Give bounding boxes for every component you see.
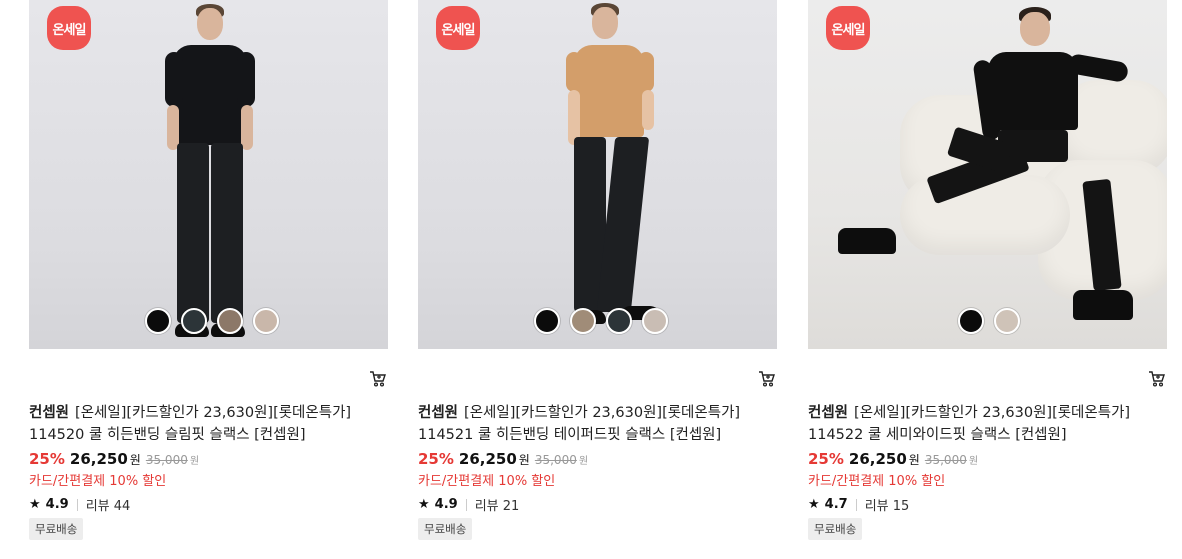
color-swatch[interactable] <box>145 308 171 334</box>
color-swatch[interactable] <box>958 308 984 334</box>
product-card[interactable]: 온세일 컨셉원 [온세일][카드할인가 23,630원][롯데온특가] 1145… <box>808 0 1168 540</box>
color-swatch[interactable] <box>534 308 560 334</box>
polo-top <box>173 45 247 145</box>
rating-row: ★ 4.9 리뷰 44 <box>29 495 389 514</box>
product-card[interactable]: 온세일 컨셉원 [온세일][카드할인가 23,630원][롯데온특가] 1145… <box>29 0 389 540</box>
card-discount-note: 카드/간편결제 10% 할인 <box>418 474 556 489</box>
cart-icon[interactable] <box>758 370 776 388</box>
original-price: 35,000 <box>145 453 188 467</box>
color-swatch[interactable] <box>606 308 632 334</box>
original-price-unit: 원 <box>578 456 589 467</box>
price-unit: 원 <box>518 453 530 467</box>
card-discount-note: 카드/간편결제 10% 할인 <box>29 474 167 489</box>
product-info[interactable]: 컨셉원 [온세일][카드할인가 23,630원][롯데온특가] 114520 쿨 … <box>29 402 389 514</box>
product-image[interactable]: 온세일 <box>29 0 388 349</box>
original-price: 35,000 <box>924 453 967 467</box>
price-unit: 원 <box>908 453 920 467</box>
star-icon: ★ <box>418 497 430 512</box>
product-grid: 온세일 컨셉원 [온세일][카드할인가 23,630원][롯데온특가] 1145… <box>0 0 1182 559</box>
original-price-unit: 원 <box>189 456 200 467</box>
product-card[interactable]: 온세일 컨셉원 [온세일][카드할인가 23,630원][롯데온특가] 1145… <box>418 0 778 540</box>
color-swatch[interactable] <box>181 308 207 334</box>
free-shipping-tag: 무료배송 <box>808 518 863 540</box>
card-discount-note: 카드/간편결제 10% 할인 <box>808 474 946 489</box>
sale-price: 26,250 <box>848 450 907 468</box>
discount-rate: 25% <box>29 450 65 468</box>
cart-icon[interactable] <box>1148 370 1166 388</box>
rating-score: 4.7 <box>824 497 848 512</box>
onsale-badge: 온세일 <box>436 6 480 50</box>
review-count: 리뷰 44 <box>85 499 131 514</box>
product-image[interactable]: 온세일 <box>418 0 777 349</box>
color-swatch[interactable] <box>994 308 1020 334</box>
onsale-badge: 온세일 <box>826 6 870 50</box>
original-price-unit: 원 <box>968 456 979 467</box>
rating-row: ★ 4.9 리뷰 21 <box>418 495 778 514</box>
color-swatches <box>958 308 1020 334</box>
sale-price: 26,250 <box>458 450 517 468</box>
price-row: 25% 26,250 원 35,000 원 <box>418 450 778 468</box>
sale-price: 26,250 <box>69 450 128 468</box>
color-swatch[interactable] <box>217 308 243 334</box>
product-info[interactable]: 컨셉원 [온세일][카드할인가 23,630원][롯데온특가] 114521 쿨 … <box>418 402 778 514</box>
price-row: 25% 26,250 원 35,000 원 <box>29 450 389 468</box>
color-swatch[interactable] <box>642 308 668 334</box>
model-figure <box>159 0 269 345</box>
knit-top <box>988 52 1078 130</box>
product-title-line2: 114522 쿨 세미와이드핏 슬랙스 [컨셉원] <box>808 427 1067 443</box>
price-row: 25% 26,250 원 35,000 원 <box>808 450 1168 468</box>
color-swatch[interactable] <box>570 308 596 334</box>
star-icon: ★ <box>29 497 41 512</box>
model-figure <box>560 0 670 345</box>
tshirt-top <box>574 45 644 137</box>
product-info[interactable]: 컨셉원 [온세일][카드할인가 23,630원][롯데온특가] 114522 쿨 … <box>808 402 1168 514</box>
color-swatches <box>534 308 668 334</box>
color-swatches <box>145 308 279 334</box>
product-title-line1: [온세일][카드할인가 23,630원][롯데온특가] <box>464 405 741 421</box>
discount-rate: 25% <box>808 450 844 468</box>
rating-score: 4.9 <box>434 497 458 512</box>
model-figure <box>838 0 1133 345</box>
product-title-line1: [온세일][카드할인가 23,630원][롯데온특가] <box>854 405 1131 421</box>
review-count: 리뷰 15 <box>864 499 910 514</box>
brand-name: 컨셉원 <box>29 405 70 421</box>
star-icon: ★ <box>808 497 820 512</box>
rating-score: 4.9 <box>45 497 69 512</box>
brand-name: 컨셉원 <box>418 405 459 421</box>
color-swatch[interactable] <box>253 308 279 334</box>
product-title-line1: [온세일][카드할인가 23,630원][롯데온특가] <box>75 405 352 421</box>
product-title-line2: 114521 쿨 히든밴딩 테이퍼드핏 슬랙스 [컨셉원] <box>418 427 722 443</box>
price-unit: 원 <box>129 453 141 467</box>
brand-name: 컨셉원 <box>808 405 849 421</box>
product-title-line2: 114520 쿨 히든밴딩 슬림핏 슬랙스 [컨셉원] <box>29 427 306 443</box>
original-price: 35,000 <box>534 453 577 467</box>
discount-rate: 25% <box>418 450 454 468</box>
onsale-badge: 온세일 <box>47 6 91 50</box>
free-shipping-tag: 무료배송 <box>418 518 473 540</box>
review-count: 리뷰 21 <box>474 499 520 514</box>
product-image[interactable]: 온세일 <box>808 0 1167 349</box>
free-shipping-tag: 무료배송 <box>29 518 84 540</box>
rating-row: ★ 4.7 리뷰 15 <box>808 495 1168 514</box>
cart-icon[interactable] <box>369 370 387 388</box>
